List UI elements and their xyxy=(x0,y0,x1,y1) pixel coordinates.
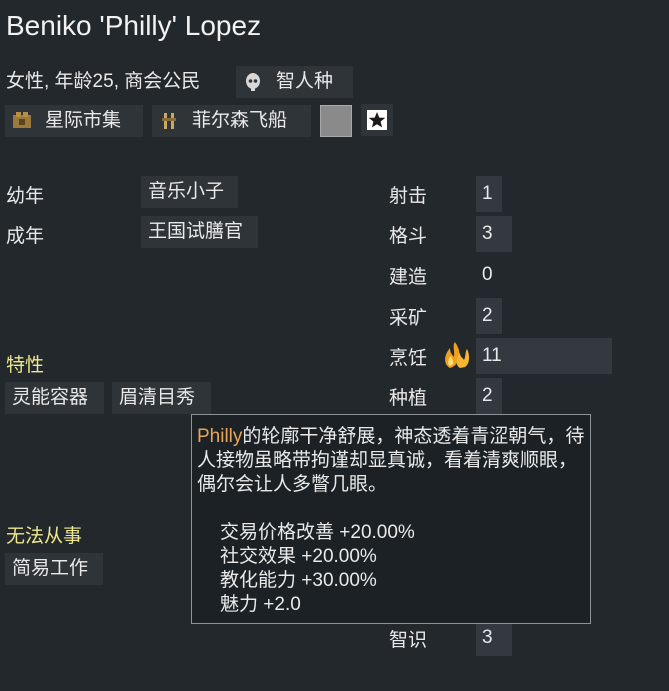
ideoligion-icon xyxy=(162,113,176,129)
tooltip-effect: 交易价格改善 +20.00% xyxy=(220,522,415,543)
ideo-label: 菲尔森飞船 xyxy=(192,110,288,131)
skill-row[interactable]: 格斗 3 xyxy=(385,216,615,252)
trait-tooltip: Philly的轮廓干净舒展，神态透着青涩朝气，待人接物虽略带拘谨却显真诚，看着清… xyxy=(191,414,591,624)
flame-icon xyxy=(445,342,470,368)
skill-level: 1 xyxy=(482,183,493,204)
xenotype-chip[interactable]: 智人种 xyxy=(236,66,353,98)
pawn-info: 女性, 年龄25, 商会公民 xyxy=(6,71,201,92)
tooltip-effect: 教化能力 +30.00% xyxy=(220,570,377,591)
trait-chip[interactable]: 眉清目秀 xyxy=(112,382,211,414)
skill-name: 射击 xyxy=(389,186,428,207)
tooltip-effects: 交易价格改善 +20.00% 社交效果 +20.00% 教化能力 +30.00%… xyxy=(220,521,415,617)
skill-level: 11 xyxy=(482,345,502,366)
backstory-childhood-label: 幼年 xyxy=(6,186,45,207)
skull-icon xyxy=(246,73,260,91)
star-icon xyxy=(367,110,387,130)
backstory-adulthood[interactable]: 王国试膳官 xyxy=(141,216,258,248)
favorite-color-swatch[interactable] xyxy=(320,105,352,137)
faction-label: 星际市集 xyxy=(45,110,122,131)
tooltip-effect: 魅力 +2.0 xyxy=(220,594,301,615)
xenotype-label: 智人种 xyxy=(276,71,334,92)
ideo-chip[interactable]: 菲尔森飞船 xyxy=(152,105,311,137)
skill-name: 智识 xyxy=(389,630,428,651)
skill-row[interactable]: 采矿 2 xyxy=(385,298,615,334)
skill-name: 种植 xyxy=(389,388,428,409)
trait-chip[interactable]: 灵能容器 xyxy=(5,382,104,414)
tooltip-pawn-name: Philly xyxy=(197,426,243,447)
backstory-adulthood-label: 成年 xyxy=(6,226,45,247)
skill-name: 采矿 xyxy=(389,308,428,329)
incapable-heading: 无法从事 xyxy=(6,526,83,547)
tooltip-effect: 社交效果 +20.00% xyxy=(220,546,377,567)
skill-level: 2 xyxy=(482,385,493,406)
skill-level: 0 xyxy=(482,264,493,285)
skill-level: 2 xyxy=(482,305,493,326)
skill-row[interactable]: 智识 3 xyxy=(385,620,615,656)
pawn-name: Beniko 'Philly' Lopez xyxy=(6,10,262,41)
skill-name: 建造 xyxy=(389,267,428,288)
skill-name: 烹饪 xyxy=(389,348,428,369)
skill-row[interactable]: 射击 1 xyxy=(385,176,615,212)
skill-row[interactable]: 烹饪 11 xyxy=(385,338,615,374)
traits-heading: 特性 xyxy=(6,355,45,376)
favorite-button[interactable] xyxy=(361,104,393,136)
skill-level: 3 xyxy=(482,627,493,648)
backstory-childhood[interactable]: 音乐小子 xyxy=(141,176,238,208)
skill-row[interactable]: 种植 2 xyxy=(385,378,615,414)
tooltip-description: Philly的轮廓干净舒展，神态透着青涩朝气，待人接物虽略带拘谨却显真诚，看着清… xyxy=(197,426,585,495)
skill-row[interactable]: 建造 0 xyxy=(385,257,615,293)
incapable-chip[interactable]: 简易工作 xyxy=(5,553,103,585)
skill-name: 格斗 xyxy=(389,226,428,247)
faction-chip[interactable]: 星际市集 xyxy=(5,105,143,137)
skill-level: 3 xyxy=(482,223,493,244)
faction-icon xyxy=(13,112,31,128)
